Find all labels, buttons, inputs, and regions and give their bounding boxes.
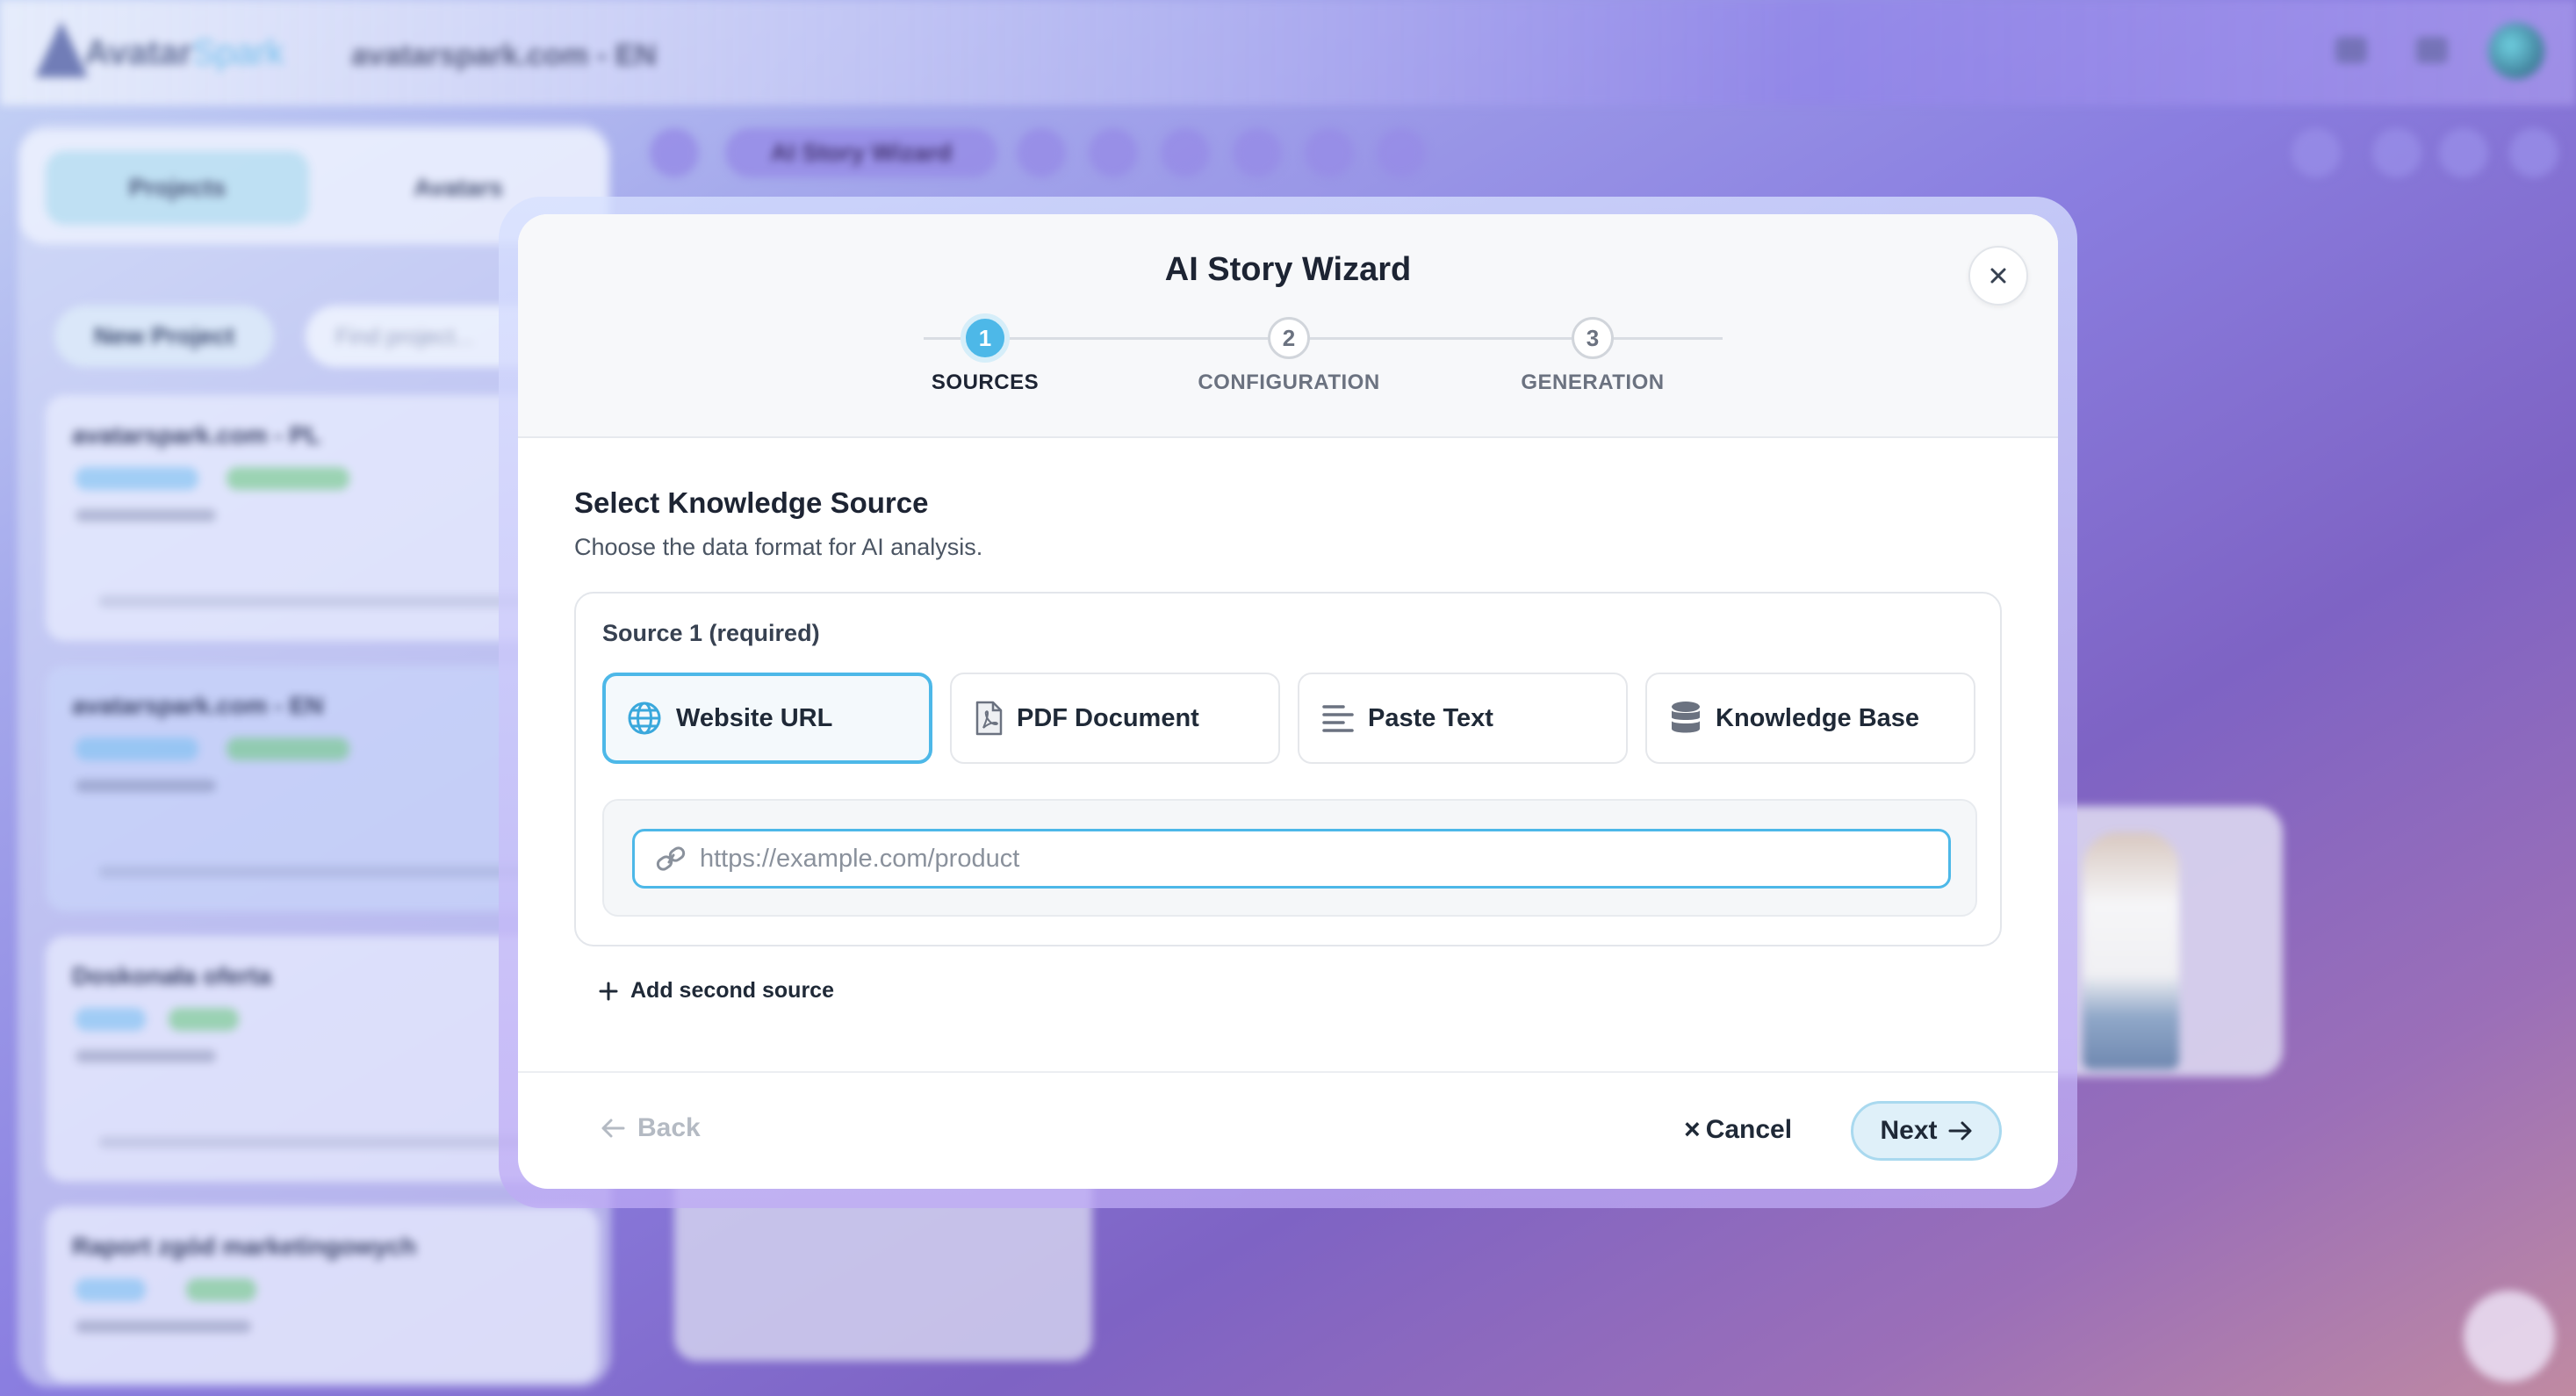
database-icon <box>1672 702 1700 733</box>
top-bar: AvatarSpark avatarspark.com - EN <box>0 0 2576 105</box>
assistant-logo-icon[interactable] <box>2464 1291 2555 1382</box>
plus-icon <box>599 982 618 1000</box>
url-input[interactable] <box>698 843 1910 874</box>
source-option-paste-text[interactable]: Paste Text <box>1298 673 1628 764</box>
modal-header: AI Story Wizard 1 SOURCES 2 CONFIGURATIO… <box>518 214 2058 438</box>
tab-projects[interactable]: Projects <box>46 151 309 225</box>
next-label: Next <box>1880 1116 1938 1145</box>
canvas-tool-button[interactable] <box>1305 128 1354 177</box>
url-input-area <box>602 799 1977 917</box>
project-name: Raport zgód marketingowych <box>72 1233 417 1260</box>
status-badge <box>76 1278 146 1301</box>
canvas-tool-button[interactable] <box>1089 128 1138 177</box>
globe-icon <box>628 702 661 735</box>
project-title: avatarspark.com - EN <box>351 39 657 72</box>
new-project-button[interactable]: New Project <box>54 306 274 367</box>
cancel-button[interactable]: × Cancel <box>1684 1113 1792 1146</box>
back-label: Back <box>637 1113 701 1142</box>
step-2-indicator: 2 <box>1268 317 1310 359</box>
step-1-indicator: 1 <box>961 313 1010 363</box>
ai-story-wizard-modal: AI Story Wizard 1 SOURCES 2 CONFIGURATIO… <box>518 214 2058 1189</box>
source-1-label: Source 1 (required) <box>602 620 820 646</box>
source-option-label: Website URL <box>676 703 833 732</box>
project-meta <box>76 509 216 522</box>
project-meta <box>76 780 216 792</box>
canvas-tool-button[interactable] <box>1017 128 1066 177</box>
status-badge <box>227 738 349 760</box>
text-lines-icon <box>1322 705 1354 732</box>
arrow-left-icon <box>601 1119 625 1138</box>
canvas-zoom-button[interactable] <box>2439 128 2488 177</box>
project-name: avatarspark.com - PL <box>72 421 321 449</box>
canvas-home-button[interactable] <box>650 128 699 177</box>
canvas-zoom-button[interactable] <box>2292 128 2341 177</box>
grid-icon[interactable] <box>2335 37 2367 63</box>
canvas-zoom-button[interactable] <box>2509 128 2558 177</box>
project-meta <box>76 1050 216 1062</box>
canvas-zoom-button[interactable] <box>2372 128 2421 177</box>
step-1-label: SOURCES <box>931 371 1040 394</box>
source-option-label: Paste Text <box>1368 703 1493 732</box>
status-badge <box>169 1008 239 1031</box>
pdf-file-icon <box>975 701 1003 736</box>
url-input-container <box>632 829 1951 889</box>
settings-icon[interactable] <box>2416 37 2448 63</box>
project-name: avatarspark.com - EN <box>72 692 324 719</box>
user-avatar[interactable] <box>2488 23 2544 79</box>
ai-story-button[interactable]: AI Story Wizard <box>725 128 997 177</box>
section-title: Select Knowledge Source <box>574 486 929 519</box>
close-button[interactable] <box>1968 246 2028 306</box>
source-option-website-url[interactable]: Website URL <box>602 673 932 764</box>
project-actions <box>98 866 555 878</box>
status-badge <box>76 1008 146 1031</box>
add-second-source-label: Add second source <box>630 978 834 1003</box>
canvas-tool-button[interactable] <box>1377 128 1426 177</box>
step-3-label: GENERATION <box>1521 371 1665 394</box>
status-badge <box>76 738 198 760</box>
status-badge <box>76 467 198 490</box>
project-name: Doskonała oferta <box>72 962 272 989</box>
section-subtitle: Choose the data format for AI analysis. <box>574 534 983 560</box>
app-logo: AvatarSpark <box>84 33 284 72</box>
source-option-label: PDF Document <box>1017 703 1199 732</box>
project-actions <box>98 595 555 608</box>
project-actions <box>98 1136 555 1148</box>
source-1-panel: Source 1 (required) Website URL PDF Docu… <box>574 592 2002 946</box>
back-button[interactable]: Back <box>601 1113 701 1143</box>
close-icon <box>1990 268 2006 284</box>
logo-icon <box>35 21 88 77</box>
project-meta <box>76 1320 251 1333</box>
arrow-right-icon <box>1948 1121 1972 1141</box>
source-option-label: Knowledge Base <box>1716 703 1920 732</box>
cancel-label: Cancel <box>1705 1114 1793 1144</box>
footer-divider <box>518 1071 2058 1073</box>
avatar-image <box>2083 832 2179 1069</box>
status-badge <box>227 467 349 490</box>
next-button[interactable]: Next <box>1851 1101 2002 1161</box>
add-second-source-button[interactable]: Add second source <box>599 978 834 1004</box>
link-icon <box>656 846 686 871</box>
status-badge <box>186 1278 256 1301</box>
canvas-tool-button[interactable] <box>1233 128 1282 177</box>
source-option-pdf-document[interactable]: PDF Document <box>950 673 1280 764</box>
project-card[interactable]: Raport zgód marketingowych <box>46 1206 599 1382</box>
step-3-indicator: 3 <box>1572 317 1614 359</box>
close-icon: × <box>1684 1113 1701 1145</box>
modal-title: AI Story Wizard <box>1164 251 1412 288</box>
source-option-knowledge-base[interactable]: Knowledge Base <box>1645 673 1975 764</box>
canvas-tool-button[interactable] <box>1161 128 1210 177</box>
step-2-label: CONFIGURATION <box>1198 371 1380 394</box>
